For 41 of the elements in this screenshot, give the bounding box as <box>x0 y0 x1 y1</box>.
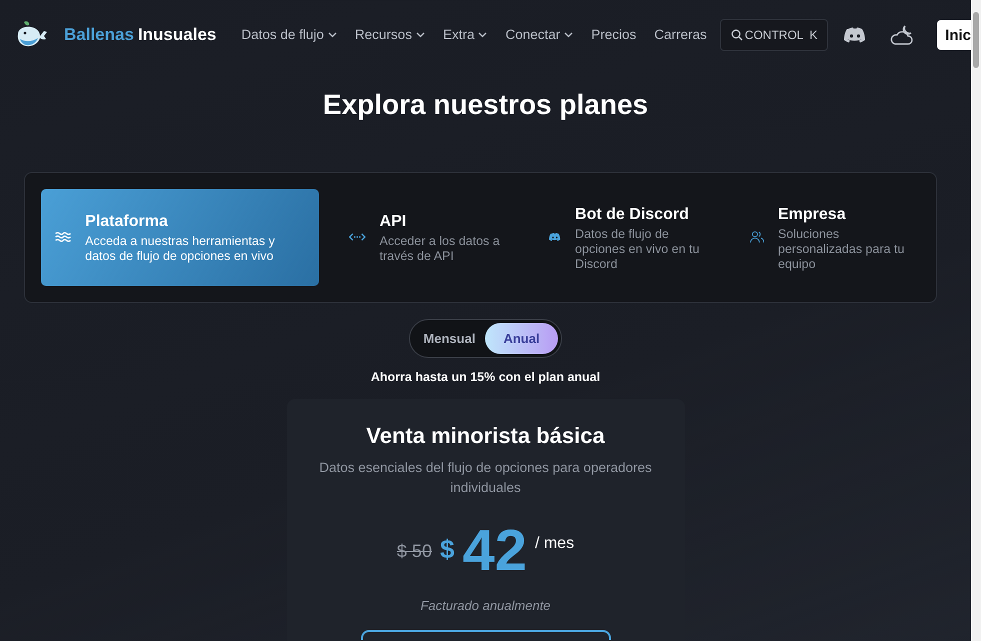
price: 42 <box>462 522 527 580</box>
login-button[interactable]: Inic <box>937 20 971 50</box>
product-title: API <box>380 212 408 232</box>
currency-symbol: $ <box>440 533 454 566</box>
price-period: / mes <box>534 534 574 554</box>
subscribe-button[interactable] <box>360 630 610 640</box>
page-heading: Explora nuestros planes <box>322 88 650 122</box>
nav-link[interactable]: Recursos <box>346 18 434 52</box>
product-description: Acceda a nuestras herramientas y datos de flujo de opciones en vivo <box>85 234 276 264</box>
plan-name: Venta minorista básica <box>365 422 606 450</box>
product-tab[interactable]: Plataforma Acceda a nuestras herramientas y datos de flujo de opciones en vivo <box>41 188 319 286</box>
product-title: Plataforma <box>85 212 169 232</box>
key-label: K <box>809 27 818 44</box>
brand-name[interactable]: Inusuales <box>138 22 216 48</box>
scrollbar[interactable] <box>971 0 981 641</box>
product-tab[interactable]: API Acceder a los datos a través de API <box>335 188 520 286</box>
nav-link[interactable]: Precios <box>582 18 646 52</box>
billing-note: Facturado anualmente <box>419 597 552 616</box>
search-icon <box>730 29 743 41</box>
nav-link[interactable]: Datos de flujo <box>232 18 346 52</box>
discord-icon[interactable] <box>844 27 866 43</box>
search-button[interactable]: CONTROL K <box>720 19 828 51</box>
nav-link[interactable]: Conectar <box>496 18 582 52</box>
key-label: CONTROL <box>744 27 804 44</box>
savings-note: Ahorra hasta un 15% con el plan anual <box>370 369 602 386</box>
product-description: Soluciones personalizadas para tu equipo <box>778 226 906 272</box>
moon-cloud-icon[interactable] <box>890 24 914 46</box>
billing-option[interactable]: Anual <box>485 322 558 354</box>
scrollbar-thumb[interactable] <box>973 12 979 68</box>
nav-link[interactable]: Extra <box>434 18 496 52</box>
product-tab[interactable]: Empresa Soluciones personalizadas para tu equipo <box>736 188 920 286</box>
product-title: Bot de Discord <box>575 204 690 225</box>
product-description: Acceder a los datos a través de API <box>380 234 501 264</box>
plan-description: Datos esenciales del flujo de opciones para operadores individuales <box>318 458 653 498</box>
product-tab[interactable]: Bot de Discord Datos de flujo de opciones en vivo en tu Discord <box>535 188 720 286</box>
old-price: $ 50 <box>396 540 432 563</box>
brand-name[interactable]: Ballenas <box>64 22 134 48</box>
product-description: Datos de flujo de opciones en vivo en tu Discord <box>575 226 700 272</box>
billing-option[interactable]: Mensual <box>413 322 486 354</box>
product-title: Empresa <box>778 204 847 225</box>
nav-link[interactable]: Carreras <box>645 18 716 52</box>
